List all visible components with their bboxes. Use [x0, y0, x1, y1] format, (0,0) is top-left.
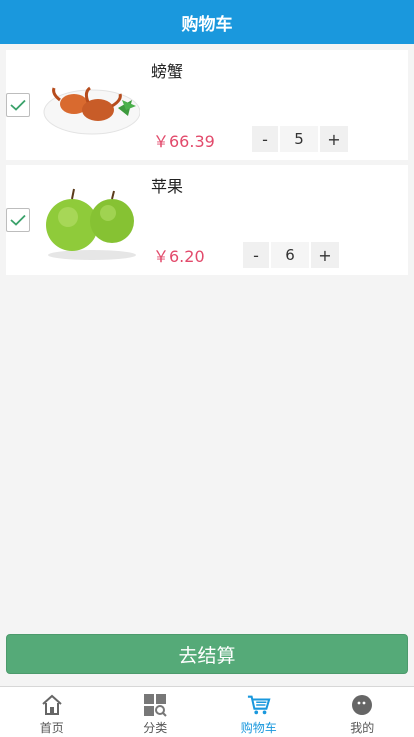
tab-label: 首页	[40, 719, 64, 736]
tab-label: 购物车	[241, 719, 277, 736]
decrease-button[interactable]: -	[252, 126, 278, 152]
item-price: ￥6.20	[153, 243, 205, 267]
quantity-stepper: - 5 +	[252, 126, 350, 152]
checkmark-icon	[10, 99, 26, 111]
item-name: 苹果	[151, 173, 183, 197]
item-checkbox[interactable]	[6, 93, 30, 117]
checkmark-icon	[10, 214, 26, 226]
increase-button[interactable]: +	[311, 242, 339, 268]
tab-label: 分类	[143, 719, 167, 736]
tab-home[interactable]: 首页	[0, 687, 104, 737]
item-price: ￥66.39	[153, 128, 215, 152]
quantity-stepper: - 6 +	[243, 242, 341, 268]
increase-button[interactable]: +	[320, 126, 348, 152]
tab-label: 我的	[350, 719, 374, 736]
home-icon	[40, 693, 64, 717]
tab-category[interactable]: 分类	[104, 687, 208, 737]
header-title: 购物车	[0, 0, 414, 44]
item-name: 螃蟹	[151, 58, 183, 82]
tab-cart[interactable]: 购物车	[207, 687, 311, 737]
bottom-tab-bar: 首页 分类 购物车	[0, 686, 414, 737]
apple-image	[40, 175, 140, 263]
cart-item: 苹果 ￥6.20 - 6 +	[6, 165, 408, 275]
decrease-button[interactable]: -	[243, 242, 269, 268]
tab-profile[interactable]: 我的	[311, 687, 414, 737]
quantity-value[interactable]: 5	[280, 126, 318, 152]
checkout-button[interactable]: 去结算	[6, 634, 408, 674]
cart-item: 螃蟹 ￥66.39 - 5 +	[6, 50, 408, 160]
item-checkbox[interactable]	[6, 208, 30, 232]
profile-icon	[350, 693, 374, 717]
cart-icon	[247, 693, 271, 717]
crab-image	[40, 60, 140, 148]
category-icon	[143, 693, 167, 717]
quantity-value[interactable]: 6	[271, 242, 309, 268]
